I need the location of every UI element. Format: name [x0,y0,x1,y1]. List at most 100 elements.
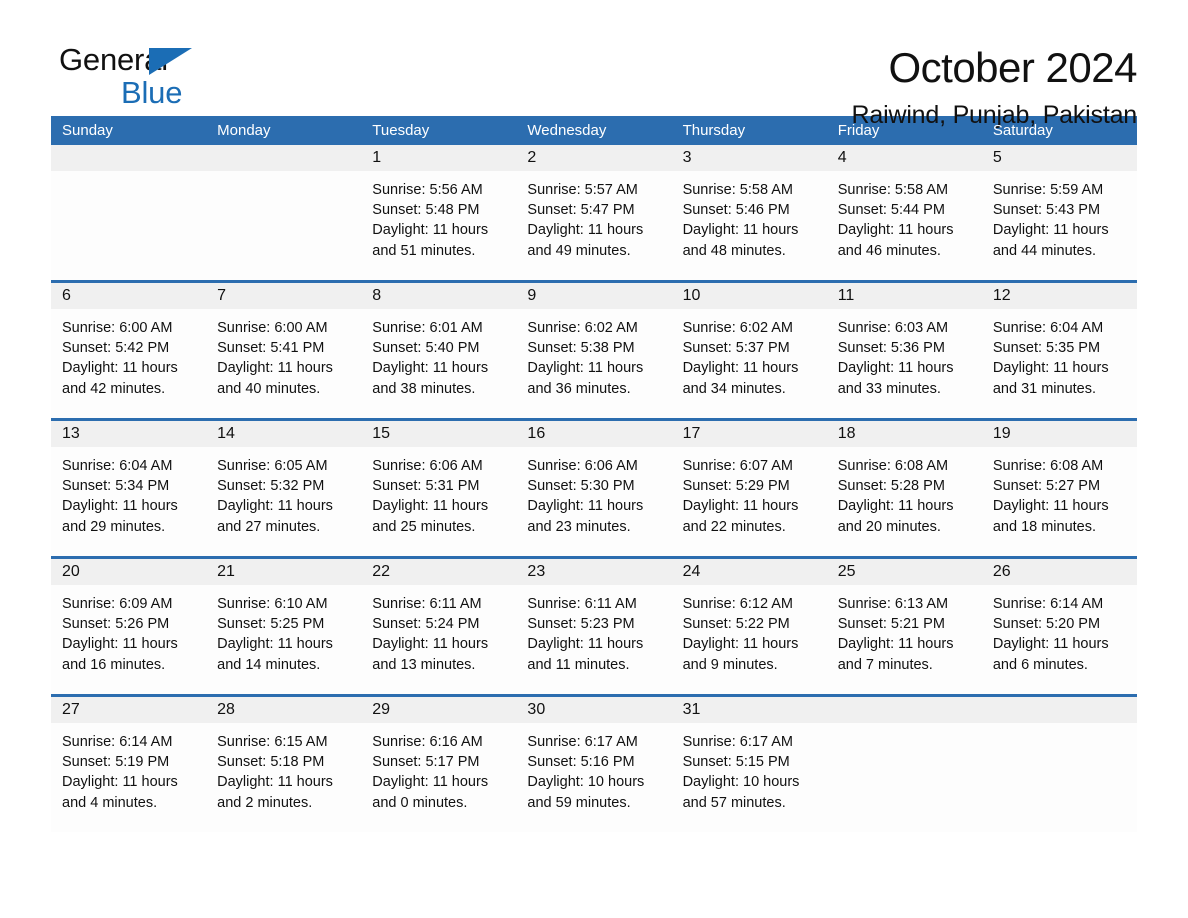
week-detail-band: Sunrise: 6:04 AM Sunset: 5:34 PM Daylight:… [51,447,1137,556]
day-cell[interactable]: Sunrise: 6:10 AM Sunset: 5:25 PM Daylight:… [206,585,361,694]
day-cell[interactable]: Sunrise: 5:57 AM Sunset: 5:47 PM Daylight:… [516,171,671,280]
day-number[interactable]: 20 [51,559,206,585]
day-number[interactable]: 2 [516,145,671,171]
day-cell[interactable]: Sunrise: 6:04 AM Sunset: 5:34 PM Daylight:… [51,447,206,556]
daylight-text-line1: Daylight: 11 hours [837,222,954,239]
day-cell[interactable]: Sunrise: 6:07 AM Sunset: 5:29 PM Daylight:… [672,447,827,556]
day-number[interactable]: 10 [672,283,827,309]
day-number[interactable]: 26 [982,559,1137,585]
sunset-text: Sunset: 5:47 PM [527,202,635,219]
day-cell[interactable]: Sunrise: 6:11 AM Sunset: 5:23 PM Daylight:… [516,585,671,694]
day-cell[interactable]: Sunrise: 6:04 AM Sunset: 5:35 PM Daylight:… [982,309,1137,418]
sunrise-text: Sunrise: 6:11 AM [527,596,637,612]
sunrise-text: Sunrise: 6:07 AM [682,458,793,474]
day-number[interactable]: 25 [827,559,982,585]
day-number[interactable]: 24 [672,559,827,585]
sunrise-text: Sunrise: 6:03 AM [837,320,949,336]
day-cell[interactable]: Sunrise: 5:58 AM Sunset: 5:44 PM Daylight:… [827,171,982,280]
day-cell[interactable]: Sunrise: 6:16 AM Sunset: 5:17 PM Daylight:… [361,723,516,832]
sunset-text: Sunset: 5:26 PM [62,616,170,633]
day-number-empty [51,145,206,171]
day-cell[interactable]: Sunrise: 6:15 AM Sunset: 5:18 PM Daylight:… [206,723,361,832]
sunset-text: Sunset: 5:34 PM [62,478,170,495]
day-cell[interactable]: Sunrise: 6:03 AM Sunset: 5:36 PM Daylight:… [827,309,982,418]
sunrise-text: Sunrise: 6:06 AM [527,458,638,474]
day-number[interactable]: 27 [51,697,206,723]
sunrise-text: Sunrise: 6:17 AM [682,734,793,750]
day-number[interactable]: 9 [516,283,671,309]
day-number[interactable]: 16 [516,421,671,447]
sunrise-text: Sunrise: 6:00 AM [62,320,173,336]
day-cell[interactable]: Sunrise: 6:06 AM Sunset: 5:31 PM Daylight:… [361,447,516,556]
day-cell-empty [51,171,206,280]
day-cell[interactable]: Sunrise: 6:14 AM Sunset: 5:20 PM Daylight:… [982,585,1137,694]
week-detail-band: Sunrise: 6:14 AM Sunset: 5:19 PM Daylight:… [51,723,1137,832]
sunset-text: Sunset: 5:16 PM [527,754,635,771]
daylight-text-line2: and 6 minutes. [992,656,1088,673]
week-daynumber-band: 13 14 15 16 17 18 19 [51,421,1137,447]
day-cell[interactable]: Sunrise: 6:17 AM Sunset: 5:16 PM Daylight:… [516,723,671,832]
page-title: October 2024 [888,44,1137,91]
sunrise-text: Sunrise: 6:05 AM [217,458,328,474]
daylight-text-line1: Daylight: 11 hours [217,360,333,377]
day-number[interactable]: 30 [516,697,671,723]
day-cell[interactable]: Sunrise: 6:06 AM Sunset: 5:30 PM Daylight:… [516,447,671,556]
day-cell[interactable]: Sunrise: 6:11 AM Sunset: 5:24 PM Daylight:… [361,585,516,694]
day-cell[interactable]: Sunrise: 6:12 AM Sunset: 5:22 PM Daylight:… [672,585,827,694]
day-number[interactable]: 7 [206,283,361,309]
day-cell[interactable]: Sunrise: 6:01 AM Sunset: 5:40 PM Daylight:… [361,309,516,418]
day-number[interactable]: 29 [361,697,516,723]
day-cell[interactable]: Sunrise: 6:00 AM Sunset: 5:41 PM Daylight:… [206,309,361,418]
day-number[interactable]: 4 [827,145,982,171]
day-cell[interactable]: Sunrise: 5:59 AM Sunset: 5:43 PM Daylight:… [982,171,1137,280]
sunrise-text: Sunrise: 6:08 AM [837,458,949,474]
daylight-text-line1: Daylight: 11 hours [62,774,178,791]
day-cell[interactable]: Sunrise: 6:05 AM Sunset: 5:32 PM Daylight:… [206,447,361,556]
day-number[interactable]: 5 [982,145,1137,171]
day-cell[interactable]: Sunrise: 6:00 AM Sunset: 5:42 PM Daylight:… [51,309,206,418]
generalblue-logo[interactable]: General Blue [51,44,259,116]
day-number[interactable]: 18 [827,421,982,447]
sunrise-text: Sunrise: 6:16 AM [372,734,483,750]
dow-header-sunday: Sunday [62,122,113,139]
sunset-text: Sunset: 5:38 PM [527,340,635,357]
day-number[interactable]: 13 [51,421,206,447]
day-cell[interactable]: Sunrise: 5:58 AM Sunset: 5:46 PM Daylight:… [672,171,827,280]
day-number[interactable]: 28 [206,697,361,723]
day-number[interactable]: 22 [361,559,516,585]
day-number[interactable]: 19 [982,421,1137,447]
logo-word-blue: Blue [121,75,183,110]
day-number[interactable]: 21 [206,559,361,585]
day-number[interactable]: 17 [672,421,827,447]
day-cell[interactable]: Sunrise: 6:09 AM Sunset: 5:26 PM Daylight:… [51,585,206,694]
daylight-text-line1: Daylight: 11 hours [837,360,954,377]
daylight-text-line2: and 57 minutes. [682,794,786,811]
day-number[interactable]: 12 [982,283,1137,309]
sunrise-text: Sunrise: 6:17 AM [527,734,638,750]
dow-header-tuesday: Tuesday [372,122,430,139]
daylight-text-line2: and 46 minutes. [837,242,941,259]
day-cell[interactable]: Sunrise: 6:08 AM Sunset: 5:28 PM Daylight:… [827,447,982,556]
day-number[interactable]: 8 [361,283,516,309]
day-number[interactable]: 14 [206,421,361,447]
sunrise-text: Sunrise: 6:04 AM [62,458,173,474]
daylight-text-line1: Daylight: 11 hours [992,636,1109,653]
daylight-text-line1: Daylight: 11 hours [992,360,1109,377]
daylight-text-line1: Daylight: 11 hours [527,360,644,377]
day-cell[interactable]: Sunrise: 6:02 AM Sunset: 5:38 PM Daylight:… [516,309,671,418]
day-cell[interactable]: Sunrise: 6:14 AM Sunset: 5:19 PM Daylight:… [51,723,206,832]
day-number[interactable]: 6 [51,283,206,309]
day-number[interactable]: 23 [516,559,671,585]
day-number[interactable]: 15 [361,421,516,447]
day-cell[interactable]: Sunrise: 5:56 AM Sunset: 5:48 PM Daylight:… [361,171,516,280]
sunset-text: Sunset: 5:48 PM [372,202,480,219]
day-number[interactable]: 3 [672,145,827,171]
day-number[interactable]: 1 [361,145,516,171]
day-cell[interactable]: Sunrise: 6:02 AM Sunset: 5:37 PM Daylight:… [672,309,827,418]
day-cell[interactable]: Sunrise: 6:08 AM Sunset: 5:27 PM Daylight:… [982,447,1137,556]
day-number[interactable]: 31 [672,697,827,723]
sunset-text: Sunset: 5:22 PM [682,616,790,633]
day-number[interactable]: 11 [827,283,982,309]
day-cell[interactable]: Sunrise: 6:17 AM Sunset: 5:15 PM Daylight:… [672,723,827,832]
day-cell[interactable]: Sunrise: 6:13 AM Sunset: 5:21 PM Daylight:… [827,585,982,694]
